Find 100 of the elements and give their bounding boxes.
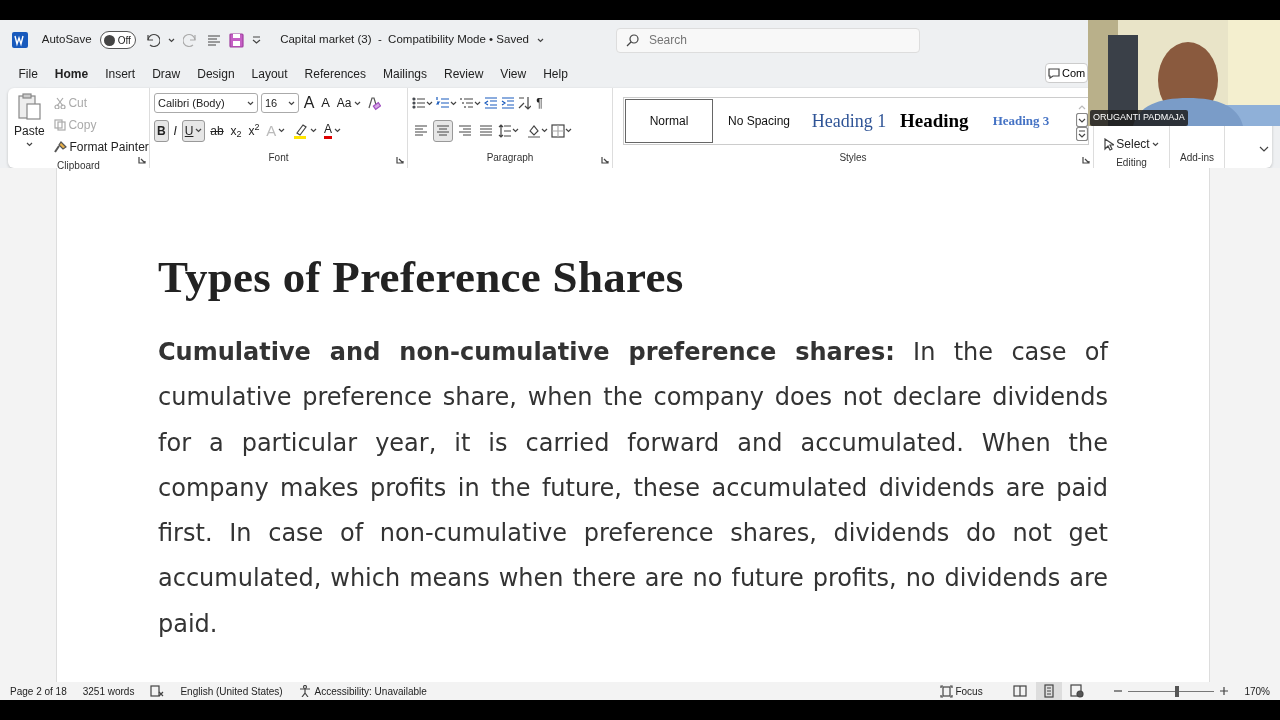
caret-icon — [536, 37, 544, 43]
print-view-icon — [1041, 684, 1056, 698]
menu-tab[interactable]: Home — [46, 61, 97, 87]
word-count[interactable]: 3251 words — [82, 683, 135, 699]
caret-icon — [287, 100, 295, 106]
proofing-icon[interactable] — [150, 685, 165, 697]
clear-formatting-icon[interactable] — [365, 95, 382, 111]
increase-indent-icon[interactable] — [500, 96, 515, 110]
menu-tab[interactable]: Mailings — [374, 61, 436, 87]
menu-tab[interactable]: Layout — [243, 61, 297, 87]
menu-tab[interactable]: File — [10, 61, 47, 87]
participant-name: ORUGANTI PADMAJA — [1090, 110, 1188, 126]
dialog-launcher-icon[interactable] — [601, 156, 609, 164]
format-painter-button[interactable]: Format Painter — [52, 136, 151, 158]
group-label: Paragraph — [486, 151, 534, 165]
brush-icon — [54, 141, 68, 153]
word-logo-icon — [12, 32, 28, 48]
superscript-button[interactable]: x$^{2}$ — [246, 119, 262, 142]
font-color-button[interactable]: A — [322, 119, 344, 142]
italic-button[interactable]: I — [171, 119, 179, 142]
group-label: Clipboard — [57, 159, 100, 173]
save-icon[interactable] — [228, 32, 244, 48]
bold-button[interactable]: B — [154, 119, 169, 142]
zoom-out-icon[interactable] — [1114, 687, 1123, 695]
search-field[interactable]: Search — [615, 27, 920, 53]
collapse-ribbon-icon[interactable] — [1259, 146, 1269, 152]
autosave-switch[interactable]: Off — [99, 31, 136, 49]
menu-tab[interactable]: References — [296, 61, 375, 87]
align-justify-icon — [478, 124, 493, 138]
font-family-field[interactable]: Calibri (Body) — [154, 93, 258, 113]
underline-button[interactable]: U — [181, 119, 206, 142]
menu-tab[interactable]: Review — [435, 61, 492, 87]
group-label: Add-ins — [1180, 151, 1214, 165]
caret-icon — [167, 37, 175, 43]
highlighter-icon — [292, 122, 309, 139]
caret-icon — [310, 128, 318, 134]
menu-tab[interactable]: View — [491, 61, 535, 87]
menu-tab[interactable]: Help — [534, 61, 577, 87]
sort-icon[interactable] — [517, 96, 532, 110]
shading-icon[interactable] — [527, 123, 542, 138]
body-paragraph: Cumulative and non-cumulative preference shares: In the case of cumulative preference share, when the company does not declare dividends for a particular year, it is carried forward and accumulated. When the company makes profits in the future, these accumulated dividends are paid first. In case of non-cumulative preference shares, dividends do not get accumulated, which means when there are no future profits, no dividends are paid. — [158, 337, 1108, 640]
borders-icon[interactable] — [551, 123, 565, 138]
caret-icon — [334, 128, 342, 134]
decrease-indent-icon[interactable] — [483, 96, 498, 110]
select-button[interactable]: Select — [1102, 133, 1161, 155]
language-indicator[interactable]: English (United States) — [180, 683, 283, 699]
caret-icon — [449, 100, 457, 106]
read-view-icon — [1012, 684, 1027, 698]
dialog-launcher-icon[interactable] — [396, 156, 404, 164]
strikethrough-button[interactable]: ab — [208, 119, 226, 142]
caret-icon — [278, 128, 286, 134]
menu-tab[interactable]: Insert — [96, 61, 144, 87]
print-view-button[interactable] — [1035, 682, 1062, 700]
zoom-level[interactable]: 170% — [1244, 683, 1270, 699]
dialog-launcher-icon[interactable] — [1082, 156, 1090, 164]
group-label: Styles — [839, 151, 867, 165]
style-option[interactable]: Normal — [624, 98, 714, 144]
zoom-slider-thumb[interactable] — [1174, 685, 1179, 697]
document-title: Capital market (3) - Compatibility Mode • Saved — [280, 32, 529, 48]
show-formatting-button[interactable]: ¶ — [534, 92, 545, 114]
subscript-button[interactable]: x$_{2}$ — [228, 119, 244, 142]
comments-button[interactable]: Com — [1045, 63, 1089, 83]
menu-tab[interactable]: Design — [188, 61, 244, 87]
document-heading: Types of Preference Shares — [158, 251, 685, 304]
caret-icon — [25, 142, 33, 147]
caret-icon — [247, 100, 254, 106]
group-label: Editing — [1116, 156, 1147, 170]
font-size-field[interactable]: 16 — [260, 93, 299, 113]
scissors-icon — [54, 97, 67, 109]
customize-caret-icon[interactable] — [251, 36, 261, 44]
comment-icon — [1048, 67, 1060, 79]
change-case-button[interactable]: Aa — [334, 92, 363, 114]
caret-icon — [565, 128, 572, 134]
caret-icon — [353, 100, 361, 106]
focus-button[interactable]: Focus — [939, 683, 983, 699]
numbering-icon[interactable] — [435, 96, 450, 110]
caret-icon — [473, 100, 481, 106]
scroll-down-icon[interactable] — [1076, 113, 1088, 127]
multilevel-list-icon[interactable] — [459, 96, 474, 110]
align-left-icon — [414, 124, 428, 138]
group-label: Font — [268, 151, 289, 165]
autosave-label: AutoSave — [41, 32, 92, 48]
grow-font-button[interactable]: A — [301, 92, 317, 114]
bullets-icon[interactable] — [412, 96, 426, 110]
caret-icon — [426, 100, 433, 106]
align-center-button[interactable] — [432, 119, 453, 142]
menu-tab[interactable]: Draw — [143, 61, 189, 87]
shrink-font-button[interactable]: A — [319, 92, 332, 114]
more-styles-icon[interactable] — [1076, 127, 1088, 141]
paste-button[interactable]: Paste — [12, 92, 47, 152]
accessibility-indicator[interactable]: Accessibility: Unavailable — [298, 683, 427, 699]
focus-icon — [939, 684, 953, 698]
caret-icon — [195, 128, 203, 134]
page-count[interactable]: Page 2 of 18 — [10, 683, 67, 699]
caret-icon — [1151, 141, 1159, 147]
search-icon — [625, 33, 639, 47]
zoom-in-icon[interactable] — [1220, 687, 1229, 695]
align-right-icon — [457, 124, 472, 138]
line-spacing-icon[interactable] — [497, 123, 512, 138]
dialog-launcher-icon[interactable] — [138, 156, 146, 164]
